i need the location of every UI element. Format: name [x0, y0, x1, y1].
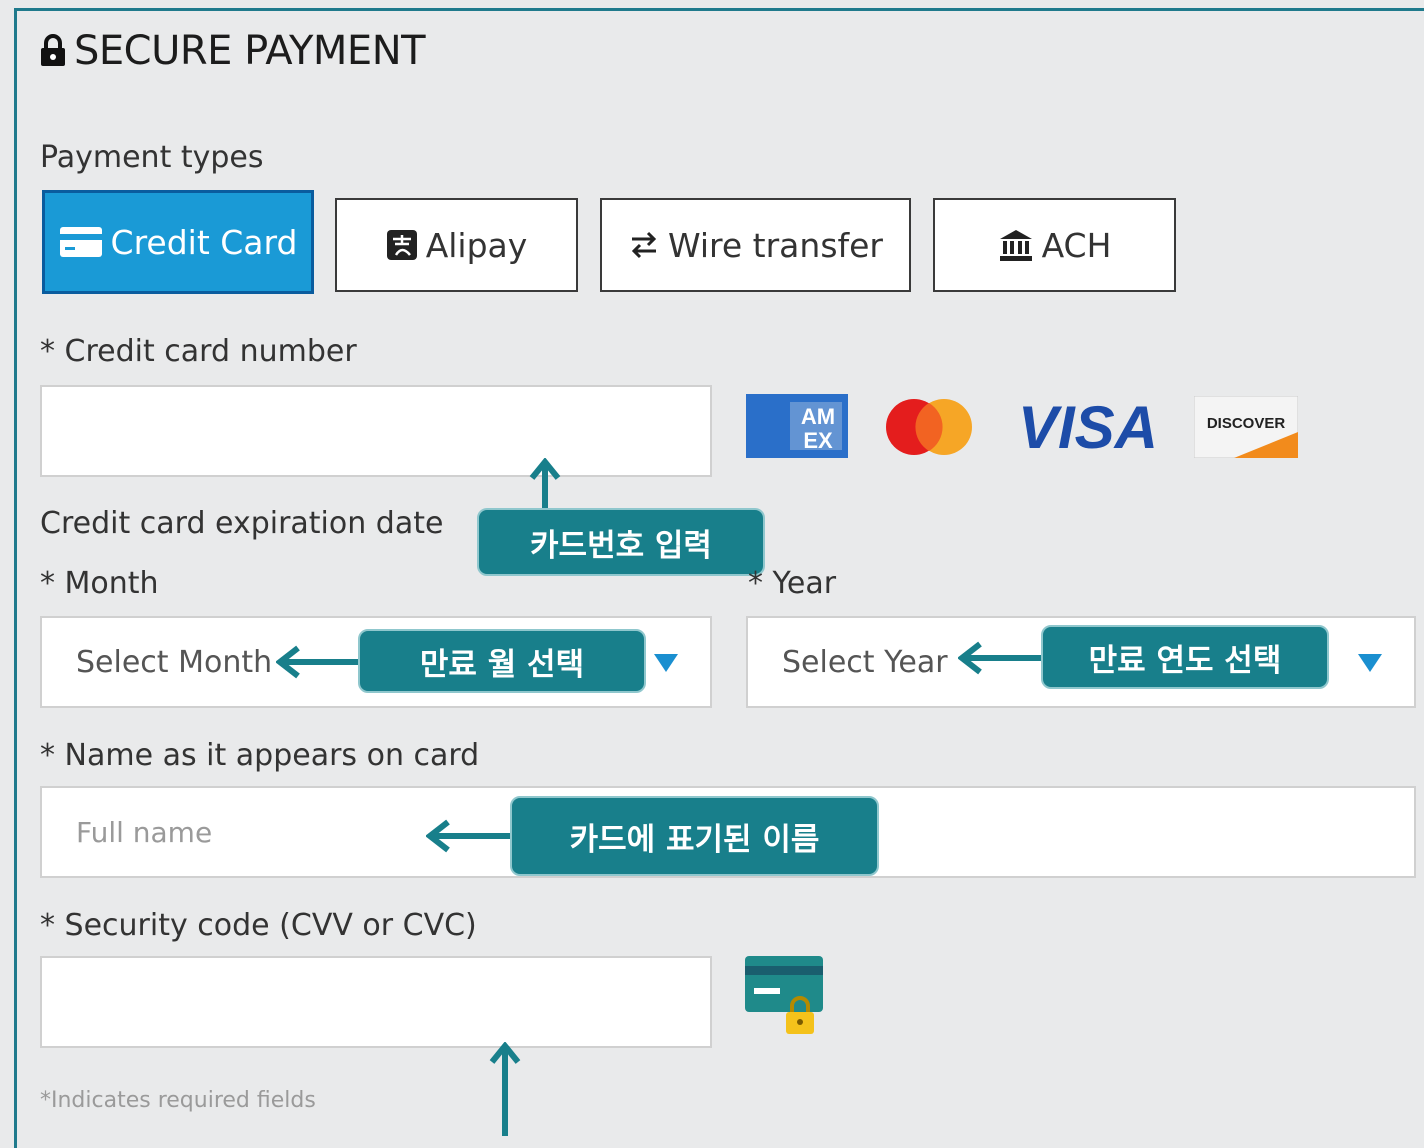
tab-ach[interactable]: ACH	[933, 198, 1176, 292]
payment-types-label: Payment types	[40, 140, 264, 175]
tab-wire-transfer[interactable]: Wire transfer	[600, 198, 911, 292]
bank-icon	[999, 230, 1032, 261]
callout-month: 만료 월 선택	[358, 629, 646, 693]
required-fields-note: *Indicates required fields	[40, 1088, 316, 1113]
year-label: Year	[748, 566, 837, 601]
cvv-input[interactable]	[40, 956, 712, 1048]
visa-logo-text: VISA	[1018, 394, 1158, 458]
amex-logo: AM EX	[746, 394, 848, 462]
callout-year: 만료 연도 선택	[1041, 625, 1329, 689]
mastercard-logo	[880, 396, 978, 462]
discover-logo: DISCOVER	[1193, 395, 1299, 462]
discover-logo-text: DISCOVER	[1207, 415, 1286, 432]
month-label: Month	[40, 566, 159, 601]
tab-credit-card-label: Credit Card	[110, 222, 298, 262]
callout-arrow-card-number	[529, 458, 561, 512]
year-select-value: Select Year	[782, 644, 948, 680]
tab-credit-card[interactable]: Credit Card	[42, 190, 314, 294]
callout-name: 카드에 표기된 이름	[510, 796, 879, 876]
year-dropdown-caret-icon[interactable]	[1358, 654, 1382, 672]
visa-logo: VISA	[1010, 394, 1166, 462]
tab-alipay[interactable]: Alipay	[335, 198, 578, 292]
credit-card-icon	[59, 227, 102, 257]
tab-wire-transfer-label: Wire transfer	[667, 225, 884, 265]
expiration-label: Credit card expiration date	[40, 506, 444, 541]
cvv-card-lock-icon	[744, 954, 826, 1040]
alipay-icon	[386, 230, 417, 260]
amex-logo-text-top: AM	[801, 404, 835, 429]
callout-arrow-month	[276, 645, 360, 679]
card-number-label: Credit card number	[40, 334, 357, 369]
name-label: Name as it appears on card	[40, 738, 480, 773]
callout-arrow-year	[958, 641, 1044, 675]
transfer-arrows-icon	[631, 231, 657, 259]
tab-alipay-label: Alipay	[425, 225, 528, 265]
page-title: SECURE PAYMENT	[38, 28, 426, 74]
month-select-value: Select Month	[76, 644, 273, 680]
amex-logo-text-bottom: EX	[803, 428, 833, 453]
callout-card-number: 카드번호 입력	[477, 508, 765, 576]
lock-icon	[41, 34, 65, 66]
callout-arrow-cvv	[489, 1042, 521, 1136]
page-title-text: SECURE PAYMENT	[74, 28, 426, 74]
cvv-label: Security code (CVV or CVC)	[40, 908, 477, 943]
callout-arrow-name	[426, 819, 514, 853]
card-number-input[interactable]	[40, 385, 712, 477]
tab-ach-label: ACH	[1041, 225, 1112, 265]
name-input-placeholder: Full name	[76, 815, 213, 849]
month-dropdown-caret-icon[interactable]	[654, 654, 678, 672]
